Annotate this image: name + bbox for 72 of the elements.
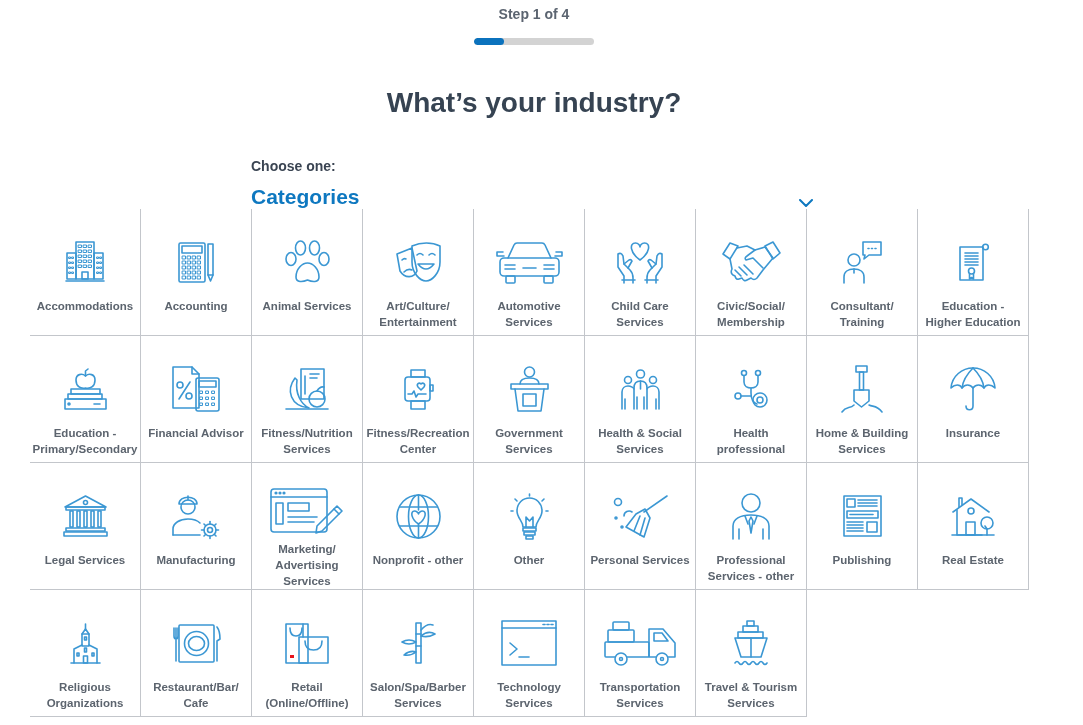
industry-tile[interactable]: Restaurant/Bar/ Cafe <box>141 590 252 717</box>
terminal-window-icon <box>501 620 557 666</box>
office-buildings-icon <box>65 241 105 283</box>
industry-tile[interactable]: Transportation Services <box>585 590 696 717</box>
calculator-pencil-icon <box>177 241 215 283</box>
industry-tile[interactable]: Manufacturing <box>141 463 252 590</box>
choose-label: Choose one: <box>251 158 337 174</box>
worker-gear-icon <box>172 492 220 540</box>
stethoscope-icon <box>733 368 769 410</box>
chevron-down-icon <box>799 199 813 207</box>
diploma-icon <box>956 242 990 282</box>
person-tie-icon <box>732 492 770 540</box>
car-icon <box>494 239 564 285</box>
shopping-bags-icon <box>284 622 330 664</box>
industry-tile[interactable]: Civic/Social/ Membership <box>696 209 807 336</box>
industry-tile[interactable]: Animal Services <box>252 209 363 336</box>
industry-tile[interactable]: Publishing <box>807 463 918 590</box>
browser-pencil-icon <box>270 487 344 534</box>
bamboo-icon <box>399 622 437 664</box>
page-title: What’s your industry? <box>385 86 683 120</box>
percent-calculator-icon <box>172 366 220 412</box>
house-tree-icon <box>951 495 995 537</box>
industry-tile[interactable]: Automotive Services <box>474 209 585 336</box>
industry-tile[interactable]: Nonprofit - other <box>363 463 474 590</box>
industry-tile[interactable]: Art/Culture/ Entertainment <box>363 209 474 336</box>
industry-tile[interactable]: Government Services <box>474 336 585 463</box>
industry-tile[interactable]: Accommodations <box>30 209 141 336</box>
industry-tile[interactable]: Child Care Services <box>585 209 696 336</box>
industry-tile[interactable]: Professional Services - other <box>696 463 807 590</box>
industry-tile[interactable]: Home & Building Services <box>807 336 918 463</box>
industry-tile[interactable]: Education - Higher Education <box>918 209 1029 336</box>
shovel-icon <box>841 364 883 414</box>
industry-tile[interactable]: Financial Advisor <box>141 336 252 463</box>
industry-tile[interactable]: Religious Organizations <box>30 590 141 717</box>
apple-books-icon <box>63 367 107 411</box>
newspaper-icon <box>842 495 882 537</box>
fruit-clipboard-icon <box>285 368 329 410</box>
industry-tile[interactable]: Health & Social Services <box>585 336 696 463</box>
industry-tile[interactable]: Education - Primary/Secondary <box>30 336 141 463</box>
industry-tile[interactable]: Real Estate <box>918 463 1029 590</box>
hands-heart-icon <box>615 240 665 284</box>
category-dropdown[interactable]: Categories <box>251 185 815 209</box>
industry-tile[interactable]: Consultant/ Training <box>807 209 918 336</box>
umbrella-icon <box>950 366 996 412</box>
industry-tile[interactable]: Marketing/ Advertising Services <box>252 463 363 590</box>
ship-icon <box>733 619 769 667</box>
people-group-icon <box>620 368 660 410</box>
industry-tile[interactable]: Retail (Online/Offline) <box>252 590 363 717</box>
industry-tile[interactable]: Personal Services <box>585 463 696 590</box>
handshake-icon <box>720 240 782 284</box>
speaker-podium-icon <box>509 366 549 412</box>
industry-tile[interactable]: Technology Services <box>474 590 585 717</box>
smartwatch-icon <box>402 368 434 410</box>
paw-icon <box>282 239 332 285</box>
courthouse-icon <box>62 494 108 538</box>
industry-tile[interactable]: Other <box>474 463 585 590</box>
broom-icon <box>611 493 669 539</box>
lightbulb-icon <box>509 492 549 540</box>
industry-tile[interactable]: Accounting <box>141 209 252 336</box>
industry-tile[interactable]: Health professional <box>696 336 807 463</box>
theater-masks-icon <box>394 241 442 283</box>
industry-tile[interactable]: Legal Services <box>30 463 141 590</box>
person-speech-bubble-icon <box>841 240 883 284</box>
church-icon <box>69 622 101 664</box>
plate-cutlery-icon <box>171 622 221 664</box>
industry-tile[interactable]: Insurance <box>918 336 1029 463</box>
step-counter: Step 1 of 4 <box>497 5 571 22</box>
industry-tile[interactable]: Salon/Spa/Barber Services <box>363 590 474 717</box>
industry-tile[interactable]: Fitness/Nutrition Services <box>252 336 363 463</box>
industry-tile[interactable]: Travel & Tourism Services <box>696 590 807 717</box>
truck-icon <box>603 619 677 667</box>
industry-tile[interactable]: Fitness/Recreation Center <box>363 336 474 463</box>
